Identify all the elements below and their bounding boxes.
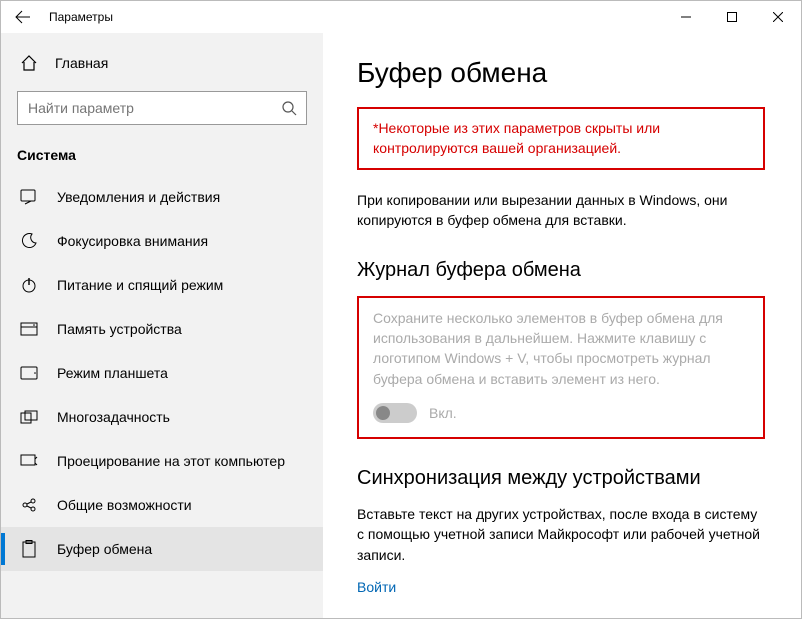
sign-in-link[interactable]: Войти <box>357 579 396 595</box>
sidebar-item-power-sleep[interactable]: Питание и спящий режим <box>1 263 323 307</box>
search-icon <box>272 100 306 116</box>
multitask-icon <box>19 407 39 427</box>
close-icon <box>773 12 783 22</box>
history-section-box: Сохраните несколько элементов в буфер об… <box>357 296 765 439</box>
group-header-system: Система <box>1 139 323 175</box>
sidebar-item-label: Буфер обмена <box>57 541 152 557</box>
window-title: Параметры <box>45 10 113 24</box>
back-button[interactable] <box>1 1 45 33</box>
arrow-left-icon <box>15 9 31 25</box>
window-controls <box>663 1 801 33</box>
search-box[interactable] <box>17 91 307 125</box>
maximize-button[interactable] <box>709 1 755 33</box>
close-button[interactable] <box>755 1 801 33</box>
sync-desc: Вставьте текст на других устройствах, по… <box>357 504 765 565</box>
settings-window: Параметры Главная <box>0 0 802 619</box>
power-icon <box>19 275 39 295</box>
sidebar-item-label: Уведомления и действия <box>57 189 220 205</box>
home-icon <box>19 53 39 73</box>
minimize-icon <box>681 12 691 22</box>
moon-icon <box>19 231 39 251</box>
maximize-icon <box>727 12 737 22</box>
sidebar-item-focus-assist[interactable]: Фокусировка внимания <box>1 219 323 263</box>
sidebar-item-storage[interactable]: Память устройства <box>1 307 323 351</box>
sidebar-item-notifications[interactable]: Уведомления и действия <box>1 175 323 219</box>
history-toggle <box>373 403 417 423</box>
share-icon <box>19 495 39 515</box>
main-panel: Буфер обмена *Некоторые из этих параметр… <box>323 33 801 618</box>
history-desc: Сохраните несколько элементов в буфер об… <box>373 308 749 389</box>
search-wrap <box>1 83 323 139</box>
page-title: Буфер обмена <box>357 57 765 89</box>
storage-icon <box>19 319 39 339</box>
policy-note-text: *Некоторые из этих параметров скрыты или… <box>373 119 749 158</box>
sidebar-item-tablet-mode[interactable]: Режим планшета <box>1 351 323 395</box>
sidebar-item-label: Режим планшета <box>57 365 168 381</box>
project-icon <box>19 451 39 471</box>
titlebar: Параметры <box>1 1 801 33</box>
sidebar-item-label: Общие возможности <box>57 497 192 513</box>
policy-note-box: *Некоторые из этих параметров скрыты или… <box>357 107 765 170</box>
sidebar: Главная Система Уведомления и действия <box>1 33 323 618</box>
sidebar-item-clipboard[interactable]: Буфер обмена <box>1 527 323 571</box>
sidebar-item-label: Питание и спящий режим <box>57 277 223 293</box>
sidebar-item-label: Память устройства <box>57 321 182 337</box>
notifications-icon <box>19 187 39 207</box>
sidebar-item-label: Фокусировка внимания <box>57 233 208 249</box>
sidebar-item-shared-experiences[interactable]: Общие возможности <box>1 483 323 527</box>
history-toggle-label: Вкл. <box>429 405 457 421</box>
sidebar-item-label: Проецирование на этот компьютер <box>57 453 285 469</box>
home-nav[interactable]: Главная <box>1 43 323 83</box>
history-toggle-row: Вкл. <box>373 403 749 423</box>
toggle-knob <box>376 406 390 420</box>
history-section-title: Журнал буфера обмена <box>357 259 765 282</box>
home-label: Главная <box>55 55 108 71</box>
clipboard-icon <box>19 539 39 559</box>
clipboard-intro: При копировании или вырезании данных в W… <box>357 190 765 231</box>
tablet-icon <box>19 363 39 383</box>
sidebar-item-multitasking[interactable]: Многозадачность <box>1 395 323 439</box>
minimize-button[interactable] <box>663 1 709 33</box>
content-area: Главная Система Уведомления и действия <box>1 33 801 618</box>
sync-section-title: Синхронизация между устройствами <box>357 467 765 490</box>
sidebar-item-label: Многозадачность <box>57 409 170 425</box>
search-input[interactable] <box>18 100 272 116</box>
sidebar-item-projecting[interactable]: Проецирование на этот компьютер <box>1 439 323 483</box>
